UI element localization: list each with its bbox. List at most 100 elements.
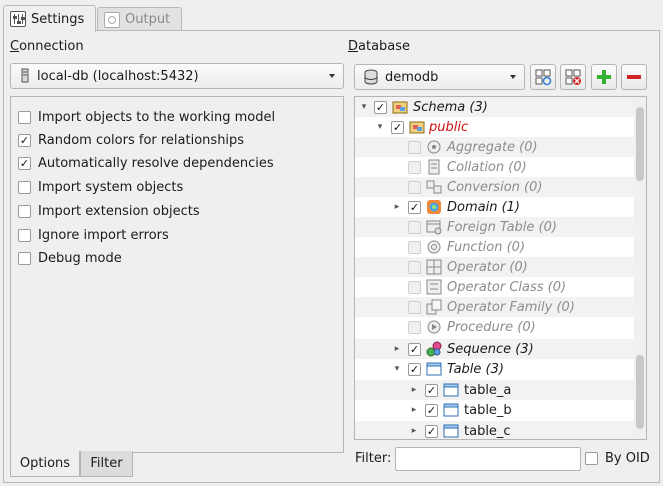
checkbox[interactable]: ✓: [425, 424, 438, 438]
drop-database-icon: [565, 69, 581, 85]
checkbox[interactable]: [18, 181, 31, 194]
foreign-table-icon: [426, 220, 442, 235]
checkbox[interactable]: ✓: [18, 157, 31, 170]
checkbox[interactable]: [585, 452, 598, 465]
tree-item-procedure[interactable]: Procedure (0): [355, 317, 635, 337]
tab-settings-label: Settings: [31, 11, 85, 27]
tree-item-table-c[interactable]: ▸ ✓ table_c: [355, 421, 635, 439]
table-icon: [443, 403, 459, 417]
database-value: demodb: [385, 69, 439, 85]
tree-item-operator-family[interactable]: Operator Family (0): [355, 297, 635, 317]
option-random-colors[interactable]: ✓ Random colors for relationships: [18, 133, 244, 148]
tree-item-domain[interactable]: ▸ ✓ Domain (1): [355, 197, 635, 217]
connection-value: local-db (localhost:5432): [37, 68, 199, 84]
drop-database-button[interactable]: [560, 64, 586, 90]
add-icon: [597, 70, 611, 84]
checkbox[interactable]: ✓: [408, 362, 421, 376]
scrollbar-thumb[interactable]: [636, 107, 644, 181]
option-debug-mode[interactable]: Debug mode: [18, 251, 122, 266]
tab-output[interactable]: Output: [97, 7, 182, 31]
checkbox[interactable]: ✓: [374, 100, 387, 114]
option-resolve-dependencies[interactable]: ✓ Automatically resolve dependencies: [18, 156, 274, 171]
table-icon: [426, 362, 442, 376]
scrollbar-thumb[interactable]: [636, 355, 644, 429]
option-ignore-errors[interactable]: Ignore import errors: [18, 228, 169, 243]
tree-item-table[interactable]: ▾ ✓ Table (3): [355, 359, 635, 379]
checkbox[interactable]: [408, 180, 421, 194]
tree-item-table-a[interactable]: ▸ ✓ table_a: [355, 380, 635, 400]
by-oid-checkbox[interactable]: By OID: [585, 451, 650, 466]
option-import-extension[interactable]: Import extension objects: [18, 204, 200, 219]
connection-select[interactable]: local-db (localhost:5432): [10, 63, 344, 89]
expanded-arrow-icon[interactable]: ▾: [375, 122, 385, 132]
schema-icon: [409, 121, 425, 134]
collapsed-arrow-icon[interactable]: ▸: [392, 202, 402, 212]
checkbox[interactable]: ✓: [425, 383, 438, 397]
tab-options[interactable]: Options: [10, 451, 80, 477]
tab-settings[interactable]: Settings: [3, 5, 96, 32]
tree-item-conversion[interactable]: Conversion (0): [355, 177, 635, 197]
option-import-system[interactable]: Import system objects: [18, 180, 183, 195]
checkbox[interactable]: [408, 140, 421, 154]
checkbox[interactable]: [408, 280, 421, 294]
remove-button[interactable]: [621, 64, 647, 90]
filter-input[interactable]: [395, 447, 581, 471]
collapsed-arrow-icon[interactable]: ▸: [392, 344, 402, 354]
tree-item-schema[interactable]: ▾ ✓ Schema (3): [355, 97, 635, 117]
filter-label: Filter:: [355, 451, 392, 466]
domain-icon: [427, 200, 441, 214]
collapsed-arrow-icon[interactable]: ▸: [409, 385, 419, 395]
tab-filter[interactable]: Filter: [80, 451, 133, 477]
sequence-icon: [426, 341, 442, 357]
checkbox[interactable]: ✓: [391, 120, 404, 134]
tree-item-function[interactable]: Function (0): [355, 237, 635, 257]
add-button[interactable]: [591, 64, 617, 90]
checkbox[interactable]: [18, 252, 31, 265]
function-icon: [427, 240, 441, 254]
tab-output-label: Output: [125, 12, 171, 27]
settings-icon: [10, 11, 26, 27]
operator-class-icon: [426, 279, 442, 295]
collapsed-arrow-icon[interactable]: ▸: [409, 405, 419, 415]
checkbox[interactable]: [18, 205, 31, 218]
checkbox[interactable]: [18, 229, 31, 242]
chevron-down-icon: [329, 74, 335, 78]
database-object-tree[interactable]: ▾ ✓ Schema (3) ▾ ✓ public Aggregate (0) …: [354, 96, 647, 440]
checkbox[interactable]: [408, 300, 421, 314]
tree-item-operator-class[interactable]: Operator Class (0): [355, 277, 635, 297]
output-icon: [104, 11, 120, 28]
collapsed-arrow-icon[interactable]: ▸: [409, 426, 419, 436]
tree-item-operator[interactable]: Operator (0): [355, 257, 635, 277]
checkbox[interactable]: [408, 160, 421, 174]
checkbox[interactable]: ✓: [408, 342, 421, 356]
checkbox[interactable]: ✓: [408, 200, 421, 214]
checkbox[interactable]: [408, 320, 421, 334]
aggregate-icon: [427, 140, 441, 154]
options-panel: Import objects to the working model ✓ Ra…: [10, 96, 344, 453]
table-icon: [443, 383, 459, 397]
tree-item-foreign-table[interactable]: Foreign Table (0): [355, 217, 635, 237]
database-select[interactable]: demodb: [354, 64, 525, 90]
tree-item-public[interactable]: ▾ ✓ public: [355, 117, 635, 137]
tree-item-aggregate[interactable]: Aggregate (0): [355, 137, 635, 157]
chevron-down-icon: [510, 75, 516, 79]
tree-scrollbar[interactable]: [634, 97, 646, 439]
database-icon: [364, 69, 378, 85]
checkbox[interactable]: ✓: [18, 134, 31, 147]
refresh-objects-button[interactable]: [530, 64, 556, 90]
checkbox[interactable]: [18, 111, 31, 124]
refresh-objects-icon: [535, 69, 552, 86]
checkbox[interactable]: ✓: [425, 403, 438, 417]
option-import-to-model[interactable]: Import objects to the working model: [18, 110, 275, 125]
checkbox[interactable]: [408, 240, 421, 254]
expanded-arrow-icon[interactable]: ▾: [359, 102, 369, 112]
tree-item-sequence[interactable]: ▸ ✓ Sequence (3): [355, 339, 635, 359]
checkbox[interactable]: [408, 260, 421, 274]
database-label: Database: [348, 39, 411, 54]
tree-item-table-b[interactable]: ▸ ✓ table_b: [355, 400, 635, 420]
tree-item-collation[interactable]: Collation (0): [355, 157, 635, 177]
database-server-icon: [21, 68, 29, 83]
conversion-icon: [426, 180, 442, 194]
checkbox[interactable]: [408, 220, 421, 234]
expanded-arrow-icon[interactable]: ▾: [392, 364, 402, 374]
